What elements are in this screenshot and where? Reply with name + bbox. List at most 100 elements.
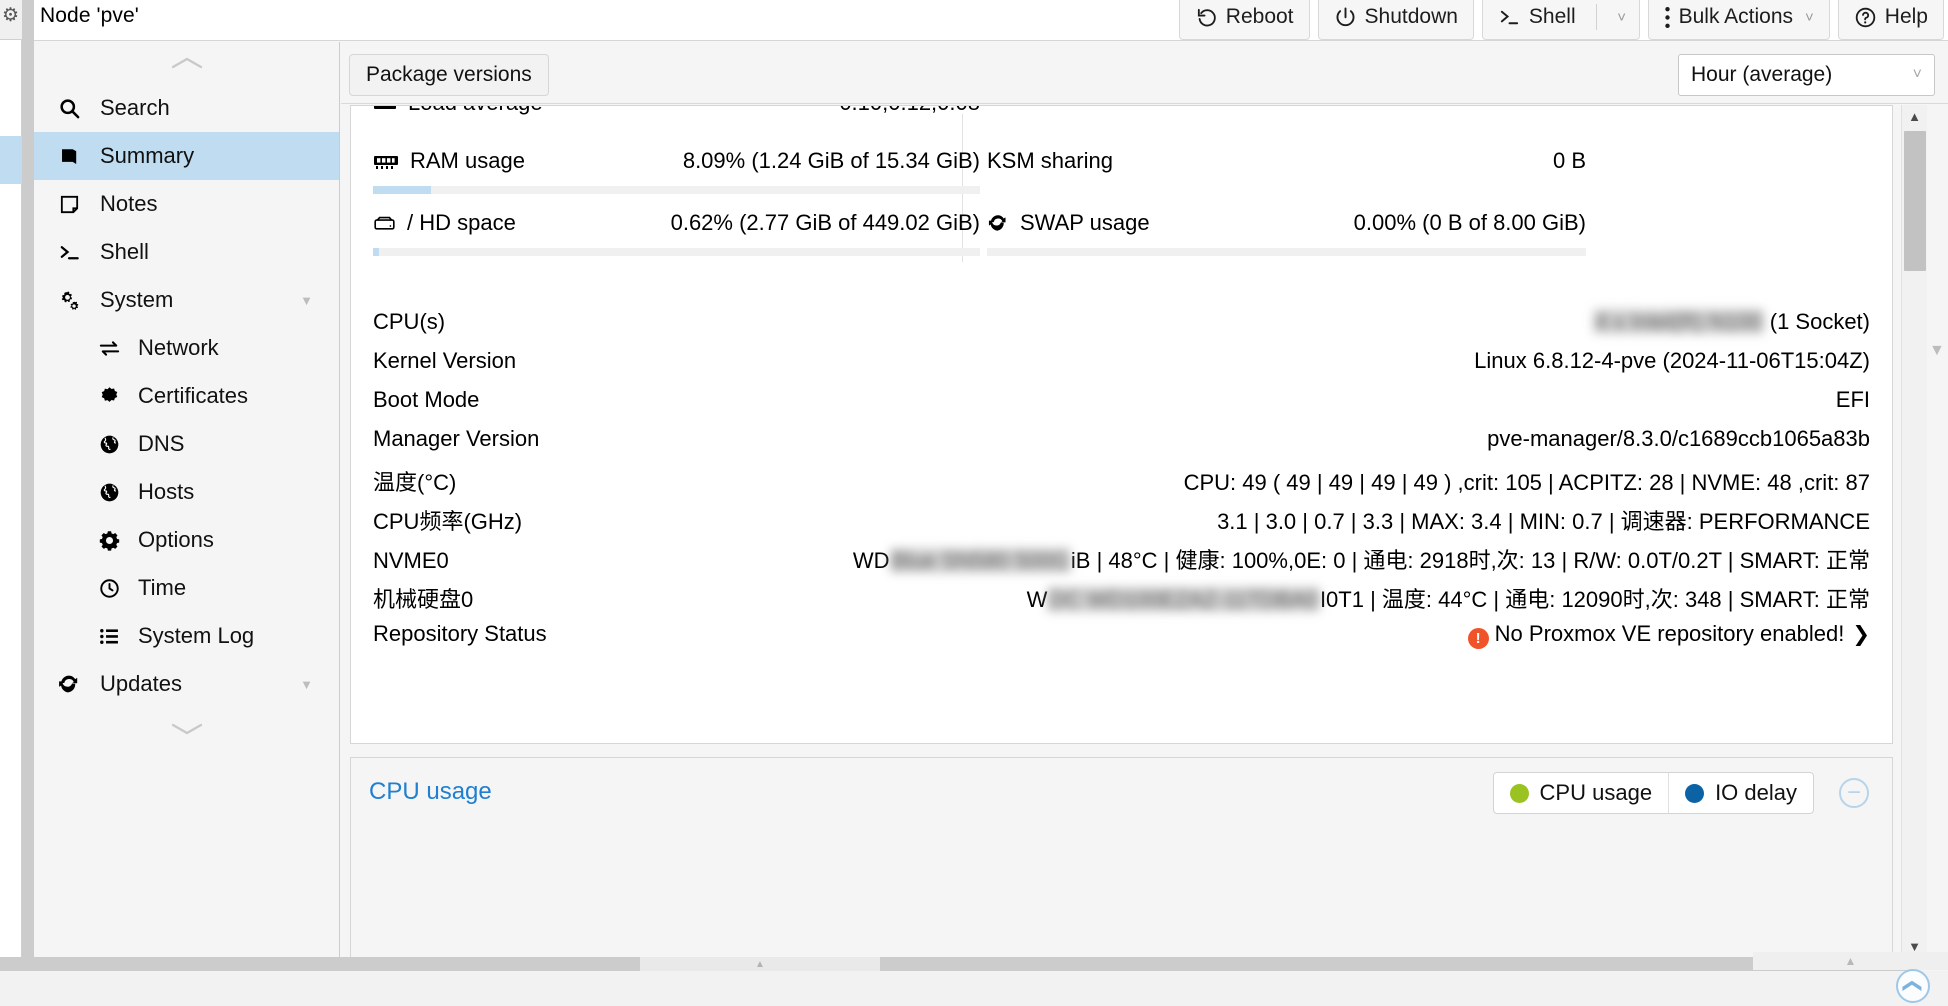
legend-item-cpu-usage[interactable]: CPU usage xyxy=(1494,773,1669,813)
list-icon xyxy=(96,625,122,648)
panel-splitter[interactable] xyxy=(22,0,34,968)
gauge-progress-fill xyxy=(373,186,431,194)
repository-status-value[interactable]: ! No Proxmox VE repository enabled! ❯ xyxy=(1467,621,1870,649)
table-row: 温度(°C) CPU: 49 ( 49 | 49 | 49 | 49 ) ,cr… xyxy=(373,465,1870,504)
shell-button[interactable]: Shell ˅ xyxy=(1481,0,1640,40)
chevron-down-icon[interactable]: ▼ xyxy=(300,677,313,692)
redacted-text: Blue SN580 500G xyxy=(889,548,1071,573)
table-row: CPU频率(GHz) 3.1 | 3.0 | 0.7 | 3.3 | MAX: … xyxy=(373,504,1870,543)
info-value-suffix: I0T1 | 温度: 44°C | 通电: 12090时,次: 348 | SM… xyxy=(1319,587,1870,612)
table-row: Manager Version pve-manager/8.3.0/c1689c… xyxy=(373,426,1870,465)
sidebar-item-summary[interactable]: Summary xyxy=(34,132,339,180)
resource-tree-sliver[interactable]: ⚙ xyxy=(0,0,22,968)
power-icon xyxy=(1334,6,1357,29)
gauge-value: 0.62% (2.77 GiB of 449.02 GiB) xyxy=(670,210,980,235)
chevron-down-icon[interactable]: ˅ xyxy=(1913,66,1922,84)
page-title: Node 'pve' xyxy=(40,4,139,27)
sidebar-item-time[interactable]: Time xyxy=(34,564,339,612)
info-value: WDC WD100EZAZ-11TDBA0I0T1 | 温度: 44°C | 通… xyxy=(1027,582,1870,614)
sidebar-item-label: System Log xyxy=(138,623,255,648)
horizontal-scrollbar-right-segment[interactable]: ▲ xyxy=(1753,952,1948,970)
info-value: EFI xyxy=(1835,387,1870,412)
gauge-label: / HD space xyxy=(373,210,516,236)
gauge-label-text: Load average xyxy=(408,106,543,116)
bulk-actions-button[interactable]: Bulk Actions ˅ xyxy=(1647,0,1830,40)
sidebar-item-shell[interactable]: Shell xyxy=(34,228,339,276)
outer-scroll-down-icon[interactable]: ▼ xyxy=(1929,342,1945,360)
legend-color-swatch xyxy=(1685,783,1705,803)
sidebar-item-label: Certificates xyxy=(138,383,249,408)
help-button[interactable]: Help xyxy=(1837,0,1944,40)
page-footer: ❮ xyxy=(0,969,1948,1006)
info-key: 温度(°C) xyxy=(373,470,457,495)
table-row: CPU(s) 4 x Intel(R) N100 (1 Socket) xyxy=(373,309,1870,348)
gauge-progress-bar xyxy=(373,248,980,256)
load-icon xyxy=(373,106,397,112)
reboot-button-label: Reboot xyxy=(1225,5,1294,28)
sidebar-item-certificates[interactable]: Certificates xyxy=(34,372,339,420)
terminal-icon xyxy=(56,241,82,264)
gears-icon xyxy=(56,289,82,312)
swap-icon xyxy=(987,212,1009,234)
sidebar-item-hosts[interactable]: Hosts xyxy=(34,468,339,516)
resource-tree-selected-node[interactable] xyxy=(0,136,22,184)
globe-icon xyxy=(96,481,122,504)
sidebar-item-network[interactable]: Network xyxy=(34,324,339,372)
gauge-label: RAM usage xyxy=(373,148,525,174)
sidebar-item-dns[interactable]: DNS xyxy=(34,420,339,468)
chart-zoom-out-button[interactable]: − xyxy=(1839,778,1869,808)
gear-icon xyxy=(96,529,122,552)
info-key: Kernel Version xyxy=(373,348,517,373)
table-row: 机械硬盘0 WDC WD100EZAZ-11TDBA0I0T1 | 温度: 44… xyxy=(373,582,1870,621)
gauge-placeholder xyxy=(987,106,1586,138)
horizontal-scrollbar-thumb[interactable]: ▲ xyxy=(640,957,880,971)
book-icon xyxy=(56,145,82,168)
sidebar-item-search[interactable]: Search xyxy=(34,84,339,132)
content-vertical-scrollbar[interactable]: ▲ ▼ xyxy=(1901,105,1927,957)
chart-title: CPU usage xyxy=(369,778,492,805)
resource-tree-header: ⚙ xyxy=(0,0,22,40)
sidebar-item-label: Options xyxy=(138,527,214,552)
info-value-suffix: iB | 48°C | 健康: 100%,0E: 0 | 通电: 2918时,次… xyxy=(1070,548,1870,573)
shell-button-divider xyxy=(1595,4,1597,30)
chevron-down-icon[interactable]: ▼ xyxy=(300,293,313,308)
globe-icon xyxy=(96,433,122,456)
gauge-value: 8.09% (1.24 GiB of 15.34 GiB) xyxy=(682,148,980,173)
chevron-right-icon[interactable]: ❯ xyxy=(1852,623,1870,646)
back-to-top-button[interactable]: ❮ xyxy=(1896,969,1930,1003)
chevron-down-icon[interactable]: ˅ xyxy=(1805,9,1814,26)
gauge-label-text: RAM usage xyxy=(410,148,525,173)
scrollbar-thumb[interactable] xyxy=(1904,131,1926,271)
page-horizontal-scrollbar[interactable]: ▲ xyxy=(0,957,1915,971)
gauge-label-text: SWAP usage xyxy=(1020,210,1150,235)
info-key: Manager Version xyxy=(373,426,540,451)
gear-icon: ⚙ xyxy=(2,5,20,26)
scroll-up-arrow-icon[interactable]: ▲ xyxy=(1902,105,1927,127)
package-versions-button[interactable]: Package versions xyxy=(349,54,549,96)
sidebar-item-notes[interactable]: Notes xyxy=(34,180,339,228)
info-key: Repository Status xyxy=(373,621,547,646)
sidebar-item-system[interactable]: System ▼ xyxy=(34,276,339,324)
node-info-table: CPU(s) 4 x Intel(R) N100 (1 Socket) Kern… xyxy=(351,309,1892,660)
sidebar-item-updates[interactable]: Updates ▼ xyxy=(34,660,339,708)
sidebar-scroll-up-icon[interactable] xyxy=(34,42,339,84)
redacted-text: 4 x Intel(R) N100 xyxy=(1593,309,1764,334)
shutdown-button[interactable]: Shutdown xyxy=(1317,0,1474,40)
sidebar-item-system-log[interactable]: System Log xyxy=(34,612,339,660)
sidebar-item-options[interactable]: Options xyxy=(34,516,339,564)
info-value: 4 x Intel(R) N100 (1 Socket) xyxy=(1593,309,1870,335)
timeframe-select[interactable]: Hour (average) ˅ xyxy=(1678,54,1935,96)
legend-item-io-delay[interactable]: IO delay xyxy=(1668,773,1813,813)
resource-gauges: Load average 0.10,0.12,0.08 RAM usage 8.… xyxy=(351,106,1892,311)
terminal-icon xyxy=(1498,6,1521,29)
summary-toolbar: Package versions Hour (average) ˅ xyxy=(341,42,1948,104)
chevron-down-icon[interactable]: ˅ xyxy=(1605,9,1639,26)
legend-item-label: IO delay xyxy=(1715,780,1797,805)
sidebar-scroll-down-icon[interactable] xyxy=(34,708,339,750)
gauge-progress-bar xyxy=(987,248,1586,256)
legend-item-label: CPU usage xyxy=(1539,780,1653,805)
sidebar-item-label: System xyxy=(100,287,174,312)
reboot-button[interactable]: Reboot xyxy=(1178,0,1310,40)
info-value: pve-manager/8.3.0/c1689ccb1065a83b xyxy=(1487,426,1870,451)
info-key: 机械硬盘0 xyxy=(373,587,474,612)
